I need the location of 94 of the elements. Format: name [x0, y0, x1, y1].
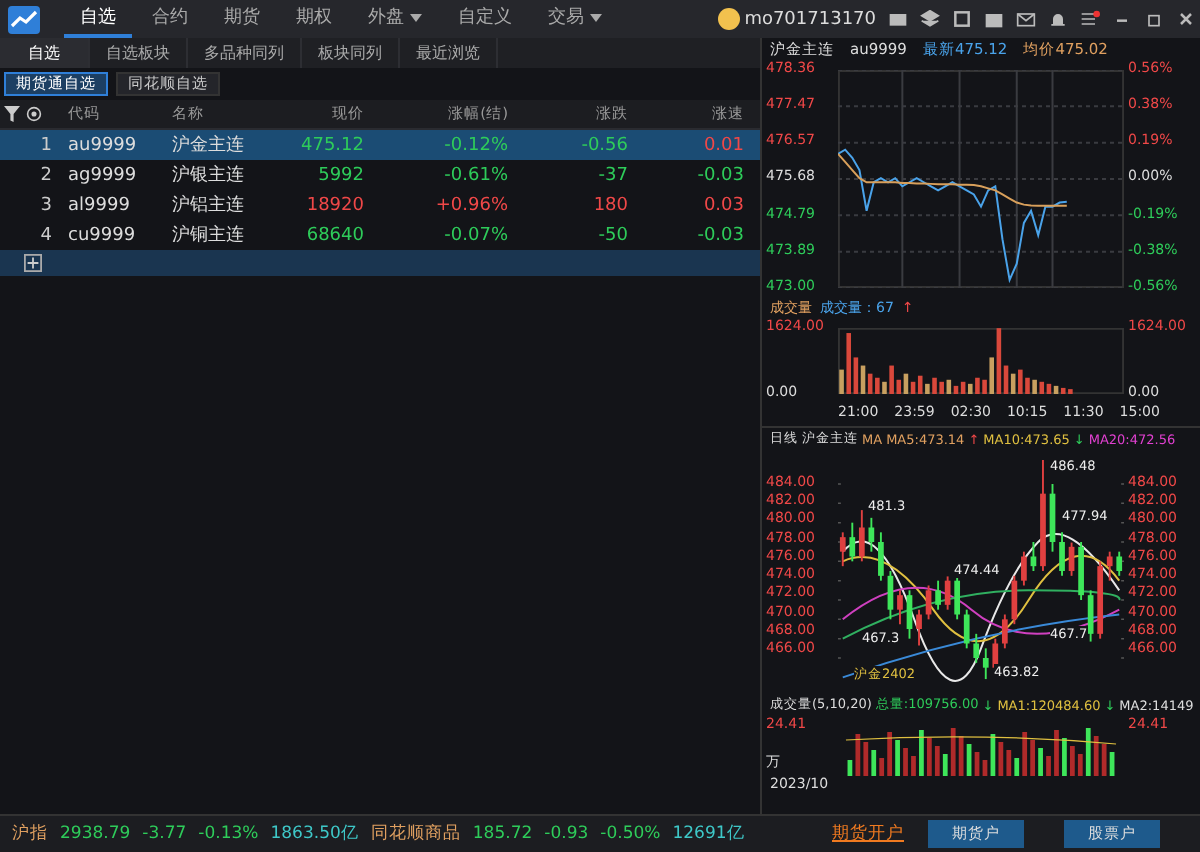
table-cell-text: -0.03 — [695, 225, 746, 245]
candle — [1040, 458, 1046, 571]
index-change: -0.93 — [544, 824, 589, 844]
volume-bar — [1038, 748, 1043, 776]
candle — [935, 578, 941, 610]
app-logo-icon — [8, 5, 40, 33]
tab[interactable]: 最近浏览 — [400, 38, 498, 68]
menu-tab[interactable]: 期货 — [208, 0, 276, 38]
candle — [1116, 549, 1123, 576]
row-number: 3 — [38, 195, 54, 215]
index-value: 185.72 — [472, 824, 533, 844]
filter-icon[interactable] — [4, 106, 20, 122]
table-cell-text: 180 — [591, 195, 630, 215]
caret-icon — [410, 13, 422, 21]
table-cell-text: 475.12 — [299, 135, 366, 155]
table-cell-text: -0.07% — [442, 225, 510, 245]
open-account-link[interactable]: 期货开户 — [832, 822, 904, 846]
table-cell-text: -0.12% — [442, 135, 510, 155]
table-cell-text: -0.61% — [442, 165, 510, 185]
table-cell-text: -0.56 — [579, 135, 630, 155]
tab[interactable]: 自选板块 — [90, 38, 188, 68]
row-number: 1 — [38, 135, 54, 155]
avatar-icon — [718, 8, 741, 30]
restore-icon[interactable] — [1144, 10, 1164, 28]
table-cell-text: 沪金主连 — [170, 133, 246, 158]
table-cell-text: 0.01 — [701, 135, 746, 155]
candle — [916, 607, 922, 646]
menu-tab[interactable]: 交易 — [532, 0, 618, 38]
candle — [1021, 549, 1027, 586]
table-cell-text: cu9999 — [66, 225, 138, 245]
candle — [868, 515, 875, 552]
row-number: 2 — [38, 165, 54, 185]
candle — [839, 530, 846, 567]
table-cell-text: +0.96% — [433, 195, 510, 215]
list-icon[interactable] — [1080, 10, 1100, 28]
table-cell-text: 5992 — [316, 165, 366, 185]
tab[interactable]: 板块同列 — [302, 38, 400, 68]
candle — [1049, 482, 1056, 552]
table-cell-text: -37 — [596, 165, 630, 185]
table-cell-text: 68640 — [304, 225, 366, 245]
candle — [1068, 540, 1075, 576]
bell-icon[interactable] — [1048, 10, 1068, 28]
index-value: 2938.79 — [60, 824, 131, 844]
candle — [897, 588, 903, 625]
index-name[interactable]: 沪指 — [12, 822, 48, 846]
table-cell-text: -50 — [596, 225, 630, 245]
index-amount: 1863.50亿 — [270, 822, 359, 846]
table-cell-text: 0.03 — [701, 195, 746, 215]
add-icon[interactable] — [24, 254, 42, 272]
candle — [906, 588, 913, 639]
candle — [1059, 530, 1065, 576]
menu-tab[interactable]: 外盘 — [352, 0, 438, 38]
caret-icon — [590, 13, 602, 21]
layers-icon[interactable] — [920, 10, 940, 28]
table-cell-text: 18920 — [304, 195, 366, 215]
menu-tab[interactable]: 自定义 — [442, 0, 528, 38]
volume-bar — [911, 756, 916, 776]
settings-icon[interactable] — [26, 106, 42, 122]
index-change: -3.77 — [142, 824, 187, 844]
tab[interactable]: 自选 — [0, 38, 90, 68]
table-cell-text: 沪铝主连 — [170, 193, 246, 218]
volume-bar — [903, 748, 908, 776]
close-icon[interactable] — [1176, 10, 1196, 28]
tab[interactable]: 多品种同列 — [188, 38, 302, 68]
volume-bar — [1062, 738, 1067, 776]
candle — [1011, 573, 1018, 625]
volume-bar — [919, 730, 924, 776]
table-cell-text: al9999 — [66, 195, 132, 215]
volume-bar — [1046, 756, 1051, 776]
window-icon[interactable] — [952, 10, 972, 28]
candle — [878, 530, 884, 581]
index-amount: 12691亿 — [672, 822, 745, 846]
candle — [1078, 540, 1084, 600]
candle — [887, 569, 894, 620]
index-name[interactable]: 同花顺商品 — [370, 822, 461, 846]
menu-tab[interactable]: 合约 — [136, 0, 204, 38]
table-cell-text: au9999 — [66, 135, 139, 155]
volume-bar — [1054, 730, 1059, 776]
index-percent: -0.50% — [600, 824, 661, 844]
table-cell-text: 沪铜主连 — [170, 223, 246, 248]
row-number: 4 — [38, 225, 54, 245]
menu-tab[interactable]: 期权 — [280, 0, 348, 38]
table-cell-text: -0.03 — [695, 165, 746, 185]
candle — [944, 574, 951, 610]
table-row[interactable]: 1 au9999 沪金主连 475.12 -0.12% -0.56 0.01 — [0, 130, 760, 160]
candle — [925, 583, 932, 620]
user-name[interactable]: mo701713170 — [744, 9, 876, 29]
mail-icon[interactable] — [1016, 10, 1036, 28]
index-percent: -0.13% — [198, 824, 259, 844]
candle — [1030, 540, 1037, 571]
table-cell-text: ag9999 — [66, 165, 139, 185]
volume-bar — [895, 740, 900, 776]
candle — [1087, 588, 1094, 642]
table-cell-text: 沪银主连 — [170, 163, 246, 188]
